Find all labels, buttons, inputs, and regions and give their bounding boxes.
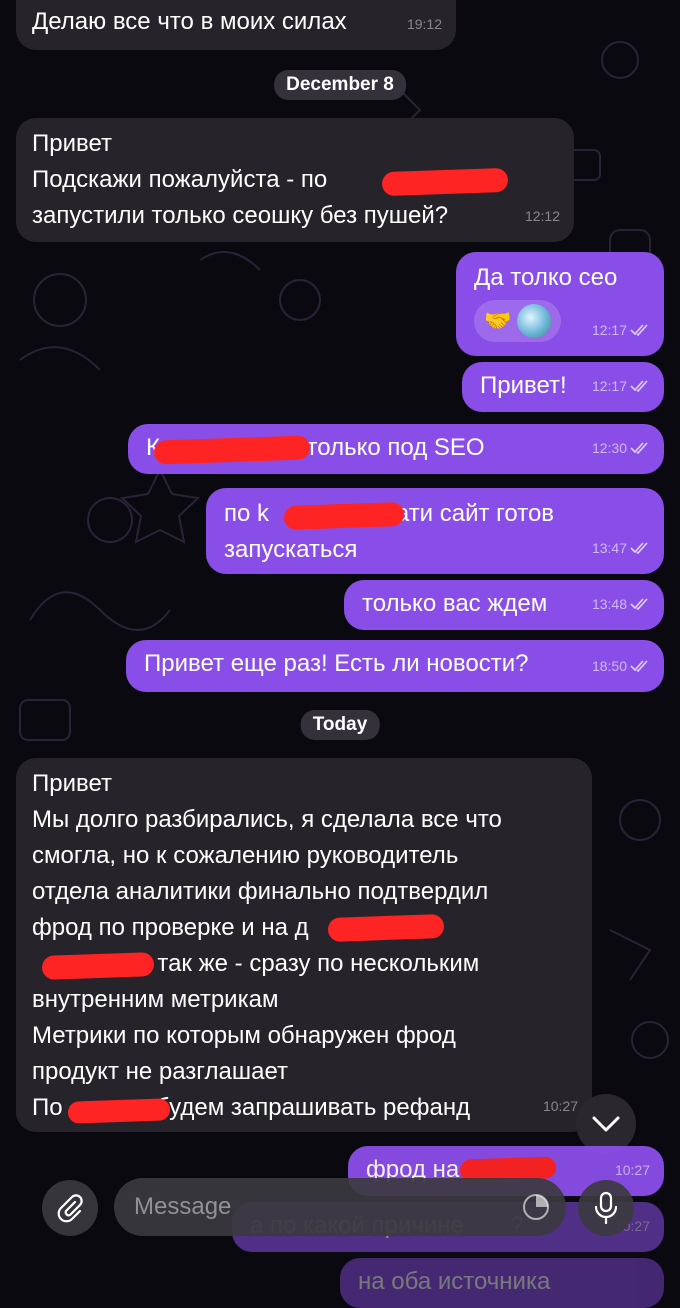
redaction-mark [327,913,445,943]
sticker-icon[interactable] [520,1191,552,1223]
message-composer [0,1150,680,1280]
message-time: 13:48 [592,586,650,622]
chevron-down-icon [592,1116,620,1132]
message-text: по k р кстати сайт готов запускаться [224,500,555,563]
redaction-mark [67,1098,171,1124]
message-text: Делаю все что в моих силах [32,8,347,35]
redaction-mark [283,501,405,531]
message-time: 12:17 [592,312,650,348]
avatar [517,304,552,338]
handshake-icon: 🤝 [484,308,512,333]
message-time: 12:17 [592,368,650,404]
message-text: Привет еще раз! Есть ли новости? [144,650,529,677]
reaction-chip[interactable]: 🤝 [474,300,562,342]
message-text: Привет Мы долго разбирались, я сделала в… [32,770,502,1121]
double-check-icon [630,542,648,554]
message-text: Да толко сео [474,264,618,291]
message-time: 19:12 [406,16,442,32]
double-check-icon [630,324,648,336]
incoming-message[interactable]: Делаю все что в моих силах 19:12 [16,0,456,50]
outgoing-message[interactable]: Привет! 12:17 [462,362,664,412]
outgoing-message[interactable]: Привет еще раз! Есть ли новости? 18:50 [126,640,664,692]
incoming-message[interactable]: Привет Подскажи пожалуйста - по с запуст… [16,118,574,242]
message-time: 12:12 [524,208,560,224]
redaction-mark [381,167,509,197]
message-input-box[interactable] [114,1178,566,1236]
outgoing-message[interactable]: К р тоже только под SEO 12:30 [128,424,664,474]
scroll-to-bottom-button[interactable] [576,1094,636,1154]
paperclip-icon [57,1194,83,1223]
double-check-icon [630,380,648,392]
microphone-icon [594,1191,618,1225]
message-input[interactable] [132,1192,516,1222]
message-time: 13:47 [592,530,650,566]
message-time: 10:27 [542,1098,578,1114]
outgoing-message[interactable]: только вас ждем 13:48 [344,580,664,630]
message-time: 18:50 [592,648,650,684]
outgoing-message[interactable]: Да толко сео 🤝 12:17 [456,252,664,356]
incoming-message[interactable]: Привет Мы долго разбирались, я сделала в… [16,758,592,1132]
date-separator: Today [300,710,380,740]
date-separator: December 8 [274,70,406,100]
attach-button[interactable] [42,1180,98,1236]
message-time: 12:30 [592,430,650,466]
voice-record-button[interactable] [578,1180,634,1236]
double-check-icon [630,598,648,610]
outgoing-message[interactable]: по k р кстати сайт готов запускаться 13:… [206,488,664,574]
redaction-mark [41,952,155,980]
double-check-icon [630,660,648,672]
double-check-icon [630,442,648,454]
